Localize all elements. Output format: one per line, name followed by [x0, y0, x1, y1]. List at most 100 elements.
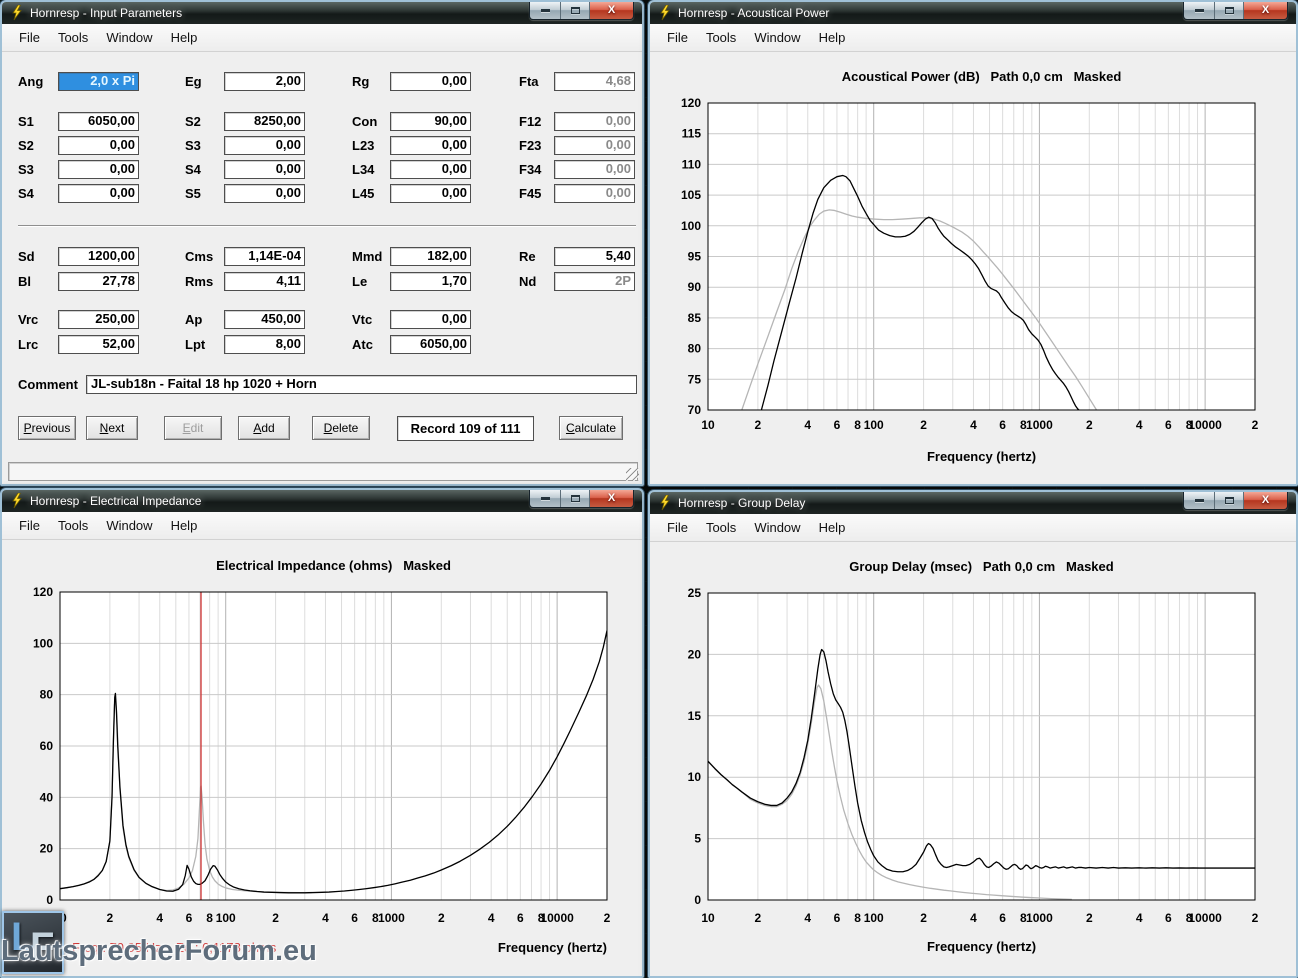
- param-field-le[interactable]: 1,70: [390, 272, 471, 291]
- titlebar[interactable]: Hornresp - Electrical Impedance X: [2, 490, 642, 512]
- param-field-sd[interactable]: 1200,00: [58, 247, 139, 266]
- electrical-impedance-chart-area[interactable]: 0204060801001201024681002468100024681000…: [2, 540, 642, 976]
- hornresp-lightning-icon: [11, 493, 23, 509]
- next-button[interactable]: Next: [86, 416, 138, 440]
- x-tick-label: 2: [1252, 911, 1259, 925]
- menu-tools[interactable]: Tools: [49, 513, 97, 539]
- param-field-s4[interactable]: 0,00: [58, 184, 139, 203]
- x-tick-label: 2: [1252, 418, 1259, 432]
- param-label-vrc: Vrc: [18, 312, 38, 327]
- y-tick-label: 115: [682, 127, 702, 141]
- calculate-button[interactable]: Calculate: [559, 416, 623, 440]
- param-field-mmd[interactable]: 182,00: [390, 247, 471, 266]
- param-field-vrc[interactable]: 250,00: [58, 310, 139, 329]
- menu-window[interactable]: Window: [745, 25, 809, 51]
- impedance-chart[interactable]: 0204060801001201024681002468100024681000…: [2, 540, 640, 976]
- add-button[interactable]: Add: [238, 416, 290, 440]
- maximize-icon: [571, 495, 580, 502]
- titlebar[interactable]: Hornresp - Acoustical Power X: [650, 2, 1296, 24]
- param-label-sd: Sd: [18, 249, 35, 264]
- minimize-button[interactable]: [1184, 492, 1214, 509]
- minimize-button[interactable]: [530, 2, 560, 19]
- param-label-f12: F12: [519, 114, 541, 129]
- param-field-rg[interactable]: 0,00: [390, 72, 471, 91]
- hornresp-lightning-icon: [659, 495, 671, 511]
- menu-file[interactable]: File: [10, 513, 49, 539]
- acoustical-power-chart-area[interactable]: 7075808590951001051101151201024681002468…: [650, 52, 1296, 484]
- param-field-bl[interactable]: 27,78: [58, 272, 139, 291]
- param-field-s2[interactable]: 8250,00: [224, 112, 305, 131]
- minimize-button[interactable]: [530, 490, 560, 507]
- y-tick-label: 105: [681, 188, 701, 202]
- param-label-con: Con: [352, 114, 377, 129]
- param-field-s1[interactable]: 6050,00: [58, 112, 139, 131]
- param-field-con[interactable]: 90,00: [390, 112, 471, 131]
- menu-help[interactable]: Help: [810, 25, 855, 51]
- maximize-button[interactable]: [560, 2, 590, 19]
- x-tick-label: 6: [186, 911, 193, 925]
- x-tick-label: 6: [834, 418, 841, 432]
- param-label-ang: Ang: [18, 74, 43, 89]
- resize-grip[interactable]: [626, 468, 639, 481]
- param-field-atc[interactable]: 6050,00: [390, 335, 471, 354]
- menu-window[interactable]: Window: [745, 515, 809, 541]
- x-tick-label: 10: [701, 418, 715, 432]
- comment-input[interactable]: JL-sub18n - Faital 18 hp 1020 + Horn: [86, 375, 637, 394]
- previous-button[interactable]: Previous: [18, 416, 76, 440]
- menu-tools[interactable]: Tools: [697, 515, 745, 541]
- x-tick-label: 6: [834, 911, 841, 925]
- param-field-rms[interactable]: 4,11: [224, 272, 305, 291]
- menu-tools[interactable]: Tools: [49, 25, 97, 51]
- minimize-button[interactable]: [1184, 2, 1214, 19]
- y-tick-label: 120: [33, 585, 53, 599]
- param-field-s5[interactable]: 0,00: [224, 184, 305, 203]
- param-field-re[interactable]: 5,40: [554, 247, 635, 266]
- menu-file[interactable]: File: [658, 515, 697, 541]
- maximize-button[interactable]: [1214, 492, 1244, 509]
- titlebar[interactable]: Hornresp - Input Parameters X: [2, 2, 642, 24]
- close-button[interactable]: X: [590, 490, 633, 507]
- window-input-parameters: Hornresp - Input Parameters X File Tools…: [0, 0, 644, 486]
- close-button[interactable]: X: [1244, 2, 1287, 19]
- x-tick-label: 2: [1086, 418, 1093, 432]
- param-field-l23[interactable]: 0,00: [390, 136, 471, 155]
- menu-window[interactable]: Window: [97, 25, 161, 51]
- maximize-button[interactable]: [1214, 2, 1244, 19]
- menu-file[interactable]: File: [658, 25, 697, 51]
- power-chart[interactable]: 7075808590951001051101151201024681002468…: [650, 52, 1292, 484]
- close-button[interactable]: X: [590, 2, 633, 19]
- menu-tools[interactable]: Tools: [697, 25, 745, 51]
- menu-window[interactable]: Window: [97, 513, 161, 539]
- maximize-button[interactable]: [560, 490, 590, 507]
- menu-help[interactable]: Help: [162, 25, 207, 51]
- close-icon: X: [608, 493, 615, 504]
- titlebar[interactable]: Hornresp - Group Delay X: [650, 492, 1296, 514]
- param-field-l45[interactable]: 0,00: [390, 184, 471, 203]
- menu-help[interactable]: Help: [810, 515, 855, 541]
- param-field-s4[interactable]: 0,00: [224, 160, 305, 179]
- menubar: File Tools Window Help: [2, 24, 642, 52]
- param-field-l34[interactable]: 0,00: [390, 160, 471, 179]
- param-field-s3[interactable]: 0,00: [224, 136, 305, 155]
- param-label-le: Le: [352, 274, 367, 289]
- param-label-l45: L45: [352, 186, 374, 201]
- close-button[interactable]: X: [1244, 492, 1287, 509]
- comment-label: Comment: [18, 377, 78, 392]
- x-tick-label: 6: [999, 911, 1006, 925]
- param-field-ap[interactable]: 450,00: [224, 310, 305, 329]
- param-field-s3[interactable]: 0,00: [58, 160, 139, 179]
- param-field-vtc[interactable]: 0,00: [390, 310, 471, 329]
- group-delay-chart-area[interactable]: 0510152025102468100246810002468100002Gro…: [650, 542, 1296, 976]
- menu-help[interactable]: Help: [162, 513, 207, 539]
- param-label-s3: S3: [185, 138, 201, 153]
- param-field-ang[interactable]: 2,0 x Pi: [58, 72, 139, 91]
- param-label-s5: S5: [185, 186, 201, 201]
- param-field-lpt[interactable]: 8,00: [224, 335, 305, 354]
- menu-file[interactable]: File: [10, 25, 49, 51]
- param-field-s2[interactable]: 0,00: [58, 136, 139, 155]
- param-field-lrc[interactable]: 52,00: [58, 335, 139, 354]
- param-field-eg[interactable]: 2,00: [224, 72, 305, 91]
- param-field-cms[interactable]: 1,14E-04: [224, 247, 305, 266]
- delete-button[interactable]: Delete: [312, 416, 370, 440]
- group_delay-chart[interactable]: 0510152025102468100246810002468100002Gro…: [650, 542, 1292, 976]
